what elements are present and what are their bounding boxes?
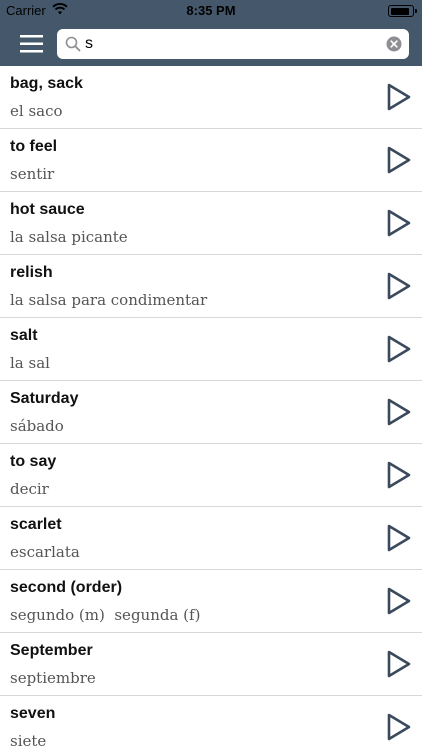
play-audio-button[interactable] xyxy=(386,649,412,679)
play-audio-button[interactable] xyxy=(386,334,412,364)
spanish-translation: septiembre xyxy=(10,669,96,687)
spanish-translation: el saco xyxy=(10,102,63,120)
battery-icon xyxy=(388,5,417,17)
list-item[interactable]: to say decir xyxy=(0,444,422,507)
english-term: bag, sack xyxy=(10,75,83,92)
list-item[interactable]: salt la sal xyxy=(0,318,422,381)
spanish-translation: la salsa para condimentar xyxy=(10,291,208,309)
list-item[interactable]: to feel sentir xyxy=(0,129,422,192)
play-audio-button[interactable] xyxy=(386,712,412,742)
list-item[interactable]: scarlet escarlata xyxy=(0,507,422,570)
spanish-translation: segundo (m) segunda (f) xyxy=(10,606,201,624)
list-item[interactable]: second (order) segundo (m) segunda (f) xyxy=(0,570,422,633)
english-term: salt xyxy=(10,327,38,344)
play-audio-button[interactable] xyxy=(386,523,412,553)
spanish-translation: siete xyxy=(10,732,47,750)
spanish-translation: sábado xyxy=(10,417,64,435)
play-audio-button[interactable] xyxy=(386,271,412,301)
menu-button[interactable] xyxy=(18,31,46,57)
list-item[interactable]: September septiembre xyxy=(0,633,422,696)
english-term: scarlet xyxy=(10,516,62,533)
vocabulary-list: bag, sack el saco to feel sentir hot sau… xyxy=(0,66,422,750)
english-term: hot sauce xyxy=(10,201,85,218)
spanish-translation: decir xyxy=(10,480,49,498)
search-icon xyxy=(65,36,81,52)
english-term: Saturday xyxy=(10,390,79,407)
hamburger-menu-icon xyxy=(20,35,43,53)
english-term: to say xyxy=(10,453,57,470)
english-term: seven xyxy=(10,705,56,722)
english-term: second (order) xyxy=(10,579,123,596)
spanish-translation: la sal xyxy=(10,354,50,372)
play-audio-button[interactable] xyxy=(386,397,412,427)
clear-search-button[interactable] xyxy=(386,36,402,52)
spanish-translation: sentir xyxy=(10,165,55,183)
english-term: relish xyxy=(10,264,53,281)
list-item[interactable]: hot sauce la salsa picante xyxy=(0,192,422,255)
spanish-translation: escarlata xyxy=(10,543,80,561)
english-term: September xyxy=(10,642,93,659)
search-input[interactable] xyxy=(85,32,375,56)
english-term: to feel xyxy=(10,138,58,155)
status-time: 8:35 PM xyxy=(186,3,236,18)
list-item[interactable]: seven siete xyxy=(0,696,422,750)
play-audio-button[interactable] xyxy=(386,460,412,490)
status-bar: Carrier 8:35 PM xyxy=(0,0,422,22)
list-item[interactable]: bag, sack el saco xyxy=(0,66,422,129)
navigation-bar xyxy=(0,22,422,66)
list-item[interactable]: relish la salsa para condimentar xyxy=(0,255,422,318)
play-audio-button[interactable] xyxy=(386,82,412,112)
play-audio-button[interactable] xyxy=(386,586,412,616)
spanish-translation: la salsa picante xyxy=(10,228,128,246)
play-audio-button[interactable] xyxy=(386,208,412,238)
search-box[interactable] xyxy=(57,29,409,59)
play-audio-button[interactable] xyxy=(386,145,412,175)
list-item[interactable]: Saturday sábado xyxy=(0,381,422,444)
battery-level-fill xyxy=(390,7,409,15)
